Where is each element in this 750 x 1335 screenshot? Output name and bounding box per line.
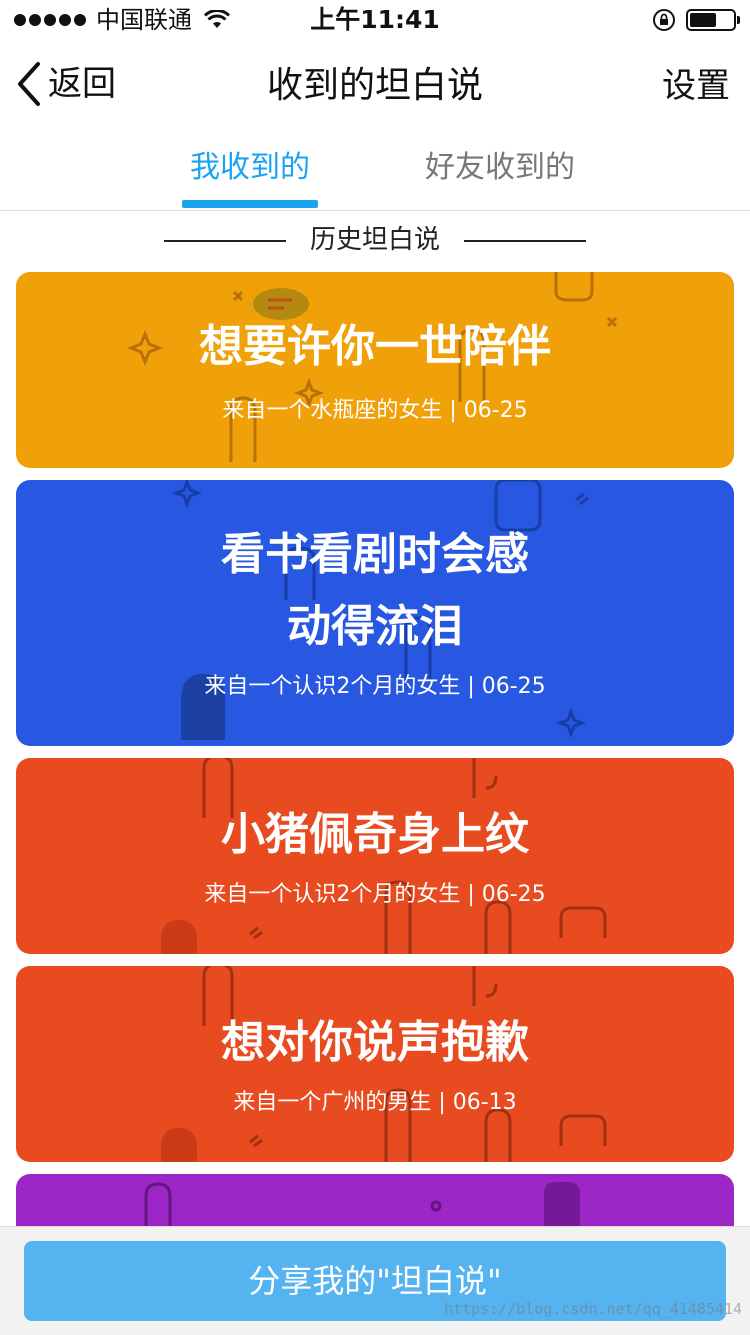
card-title: 想对你说声抱歉 xyxy=(221,1017,529,1068)
card-subtitle: 来自一个认识2个月的女生 | 06-25 xyxy=(204,674,546,699)
tab-bar: 我收到的 好友收到的 xyxy=(0,130,750,211)
battery-icon xyxy=(686,9,740,31)
card-subtitle: 来自一个广州的男生 | 06-13 xyxy=(233,1090,517,1115)
card-title-line-1: 看书看剧时会感 xyxy=(221,529,529,580)
card-title: 想要许你一世陪伴 xyxy=(199,321,551,372)
card-subtitle: 来自一个水瓶座的女生 | 06-25 xyxy=(222,398,528,423)
battery-fill xyxy=(690,13,716,27)
confession-card[interactable]: 看书看剧时会感 动得流泪 来自一个认识2个月的女生 | 06-25 xyxy=(16,480,734,746)
status-time: 上午11:41 xyxy=(310,5,440,34)
watermark-text: https://blog.csdn.net/qq_41485414 xyxy=(443,1300,742,1318)
nav-bar: 返回 收到的坦白说 设置 xyxy=(0,40,750,130)
page-title: 收到的坦白说 xyxy=(266,65,483,106)
tab-active-indicator xyxy=(182,200,318,208)
rotation-lock-icon xyxy=(653,9,675,31)
bottom-bar: 分享我的"坦白说" xyxy=(0,1226,750,1335)
status-right xyxy=(652,8,740,32)
tab-received-by-friends[interactable]: 好友收到的 xyxy=(425,148,575,188)
confession-card[interactable]: 想要许你一世陪伴 来自一个水瓶座的女生 | 06-25 xyxy=(16,272,734,468)
confession-card[interactable]: 小猪佩奇身上纹 来自一个认识2个月的女生 | 06-25 xyxy=(16,758,734,954)
card-title: 小猪佩奇身上纹 xyxy=(221,809,529,860)
section-heading: 历史坦白说 xyxy=(0,218,750,262)
confession-card[interactable]: 想对你说声抱歉 来自一个广州的男生 | 06-13 xyxy=(16,966,734,1162)
status-bar: 中国联通 上午11:41 xyxy=(0,0,750,40)
divider-right xyxy=(464,240,586,242)
card-subtitle: 来自一个认识2个月的女生 | 06-25 xyxy=(204,882,546,907)
card-title-line-2: 动得流泪 xyxy=(287,601,463,652)
settings-button[interactable]: 设置 xyxy=(662,62,730,110)
tab-received-by-me[interactable]: 我收到的 xyxy=(190,148,310,188)
section-title: 历史坦白说 xyxy=(309,225,440,255)
